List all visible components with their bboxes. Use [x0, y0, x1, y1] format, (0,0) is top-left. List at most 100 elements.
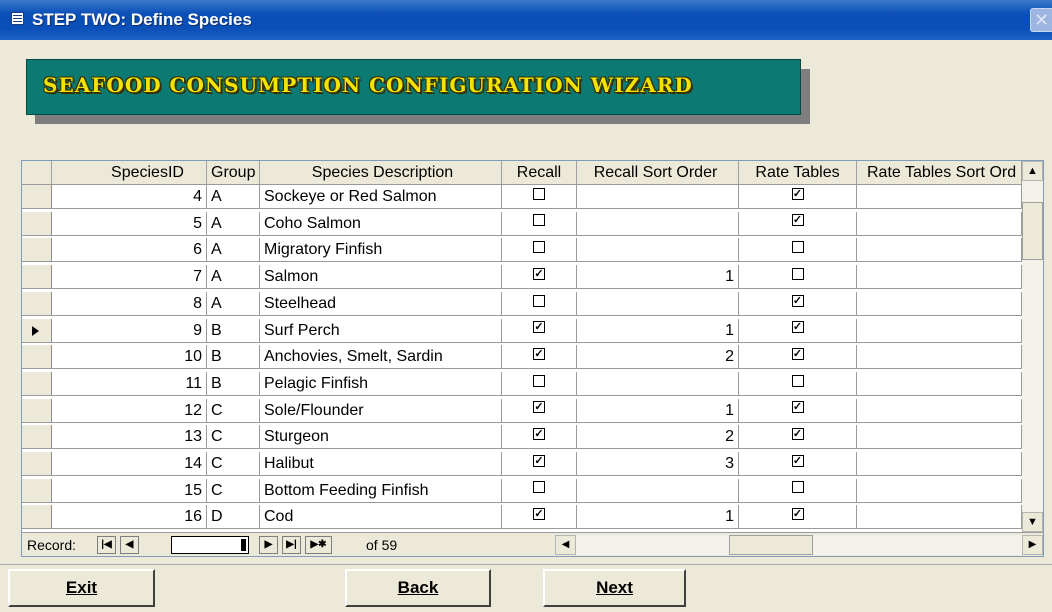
species-id-cell[interactable]: 13 — [52, 425, 207, 450]
species-description-cell[interactable]: Anchovies, Smelt, Sardin — [260, 345, 502, 370]
group-id-cell[interactable]: A — [207, 238, 260, 263]
species-id-cell[interactable]: 5 — [52, 211, 207, 236]
rate-tables-checkbox[interactable]: ✓ — [791, 294, 804, 307]
species-description-cell[interactable]: Steelhead — [260, 291, 502, 316]
recall-sort-order-cell[interactable]: 1 — [577, 318, 739, 343]
col-header-recall[interactable]: Recall — [502, 161, 577, 185]
back-button[interactable]: Back — [345, 569, 491, 607]
record-selector[interactable] — [22, 238, 52, 263]
select-all-corner[interactable] — [22, 161, 52, 185]
recall-checkbox[interactable]: ✓ — [533, 267, 545, 280]
table-row[interactable]: 11 B Pelagic Finfish — [22, 371, 1022, 396]
recall-checkbox[interactable]: ✓ — [533, 321, 545, 334]
recall-checkbox[interactable]: ✓ — [533, 428, 545, 441]
rate-tables-sort-order-cell[interactable] — [857, 505, 1022, 530]
horizontal-scrollbar[interactable]: ◀ ▶ — [555, 535, 1043, 555]
rate-tables-sort-order-cell[interactable] — [857, 211, 1022, 236]
table-row[interactable]: 14 C Halibut ✓ 3 ✓ — [22, 452, 1022, 476]
species-id-cell[interactable]: 4 — [52, 185, 207, 209]
rate-tables-sort-order-cell[interactable] — [857, 185, 1022, 209]
table-row[interactable]: 4 A Sockeye or Red Salmon ✓ — [22, 185, 1022, 209]
record-selector[interactable] — [22, 318, 52, 343]
recall-checkbox[interactable] — [533, 481, 545, 494]
species-id-cell[interactable]: 10 — [52, 345, 207, 370]
group-id-cell[interactable]: C — [207, 398, 260, 423]
recall-sort-order-cell[interactable]: 3 — [577, 452, 739, 476]
species-id-cell[interactable]: 7 — [52, 265, 207, 290]
table-row[interactable]: 15 C Bottom Feeding Finfish — [22, 478, 1022, 503]
group-id-cell[interactable]: C — [207, 478, 260, 503]
record-selector[interactable] — [22, 452, 52, 476]
rate-tables-sort-order-cell[interactable] — [857, 345, 1022, 370]
last-record-button[interactable]: ▶| — [282, 536, 301, 554]
rate-tables-sort-order-cell[interactable] — [857, 265, 1022, 290]
species-id-cell[interactable]: 16 — [52, 505, 207, 530]
record-selector[interactable] — [22, 345, 52, 370]
record-selector[interactable] — [22, 371, 52, 396]
species-id-cell[interactable]: 11 — [52, 371, 207, 396]
record-selector[interactable] — [22, 478, 52, 503]
rate-tables-sort-order-cell[interactable] — [857, 318, 1022, 343]
recall-sort-order-cell[interactable] — [577, 185, 739, 209]
table-row[interactable]: 16 D Cod ✓ 1 ✓ — [22, 505, 1022, 530]
rate-tables-checkbox[interactable]: ✓ — [791, 428, 804, 441]
vertical-scroll-thumb[interactable] — [1022, 202, 1043, 260]
rate-tables-sort-order-cell[interactable] — [857, 398, 1022, 423]
species-id-cell[interactable]: 8 — [52, 291, 207, 316]
rate-tables-checkbox[interactable]: ✓ — [791, 401, 804, 414]
table-row[interactable]: 12 C Sole/Flounder ✓ 1 ✓ — [22, 398, 1022, 423]
rate-tables-checkbox[interactable]: ✓ — [791, 508, 804, 521]
species-description-cell[interactable]: Cod — [260, 505, 502, 530]
species-id-cell[interactable]: 9 — [52, 318, 207, 343]
rate-tables-checkbox[interactable] — [791, 374, 804, 387]
close-button[interactable]: ✕ — [1030, 8, 1052, 32]
rate-tables-checkbox[interactable]: ✓ — [791, 454, 804, 467]
rate-tables-checkbox[interactable]: ✓ — [791, 347, 804, 360]
recall-checkbox[interactable]: ✓ — [533, 347, 545, 360]
rate-tables-sort-order-cell[interactable] — [857, 371, 1022, 396]
group-id-cell[interactable]: A — [207, 185, 260, 209]
group-id-cell[interactable]: D — [207, 505, 260, 530]
species-description-cell[interactable]: Sole/Flounder — [260, 398, 502, 423]
vertical-scrollbar[interactable]: ▲ ▼ — [1022, 161, 1043, 532]
group-id-cell[interactable]: B — [207, 318, 260, 343]
recall-sort-order-cell[interactable]: 1 — [577, 398, 739, 423]
record-selector[interactable] — [22, 185, 52, 209]
recall-checkbox[interactable]: ✓ — [533, 508, 545, 521]
table-row[interactable]: 7 A Salmon ✓ 1 — [22, 265, 1022, 290]
group-id-cell[interactable]: A — [207, 291, 260, 316]
recall-checkbox[interactable]: ✓ — [533, 454, 545, 467]
record-number-input[interactable] — [171, 536, 249, 554]
species-description-cell[interactable]: Bottom Feeding Finfish — [260, 478, 502, 503]
table-row[interactable]: 10 B Anchovies, Smelt, Sardin ✓ 2 ✓ — [22, 345, 1022, 370]
species-id-cell[interactable]: 12 — [52, 398, 207, 423]
scroll-down-button[interactable]: ▼ — [1022, 512, 1043, 532]
rate-tables-checkbox[interactable] — [791, 267, 804, 280]
rate-tables-checkbox[interactable]: ✓ — [791, 321, 804, 334]
scroll-right-button[interactable]: ▶ — [1022, 535, 1043, 555]
next-record-button[interactable]: ▶ — [259, 536, 278, 554]
rate-tables-sort-order-cell[interactable] — [857, 452, 1022, 476]
recall-sort-order-cell[interactable] — [577, 478, 739, 503]
col-header-rate-tables-sort-order[interactable]: Rate Tables Sort Ord — [857, 161, 1022, 185]
record-selector[interactable] — [22, 291, 52, 316]
species-description-cell[interactable]: Surf Perch — [260, 318, 502, 343]
species-description-cell[interactable]: Pelagic Finfish — [260, 371, 502, 396]
new-record-button[interactable]: ▶✱ — [305, 536, 332, 554]
recall-sort-order-cell[interactable]: 2 — [577, 425, 739, 450]
recall-sort-order-cell[interactable] — [577, 371, 739, 396]
record-selector[interactable] — [22, 425, 52, 450]
record-selector[interactable] — [22, 265, 52, 290]
rate-tables-sort-order-cell[interactable] — [857, 425, 1022, 450]
group-id-cell[interactable]: C — [207, 452, 260, 476]
record-selector[interactable] — [22, 398, 52, 423]
group-id-cell[interactable]: B — [207, 371, 260, 396]
rate-tables-sort-order-cell[interactable] — [857, 478, 1022, 503]
species-id-cell[interactable]: 6 — [52, 238, 207, 263]
rate-tables-checkbox[interactable] — [791, 241, 804, 254]
species-description-cell[interactable]: Migratory Finfish — [260, 238, 502, 263]
table-row[interactable]: 5 A Coho Salmon ✓ — [22, 211, 1022, 236]
recall-sort-order-cell[interactable]: 2 — [577, 345, 739, 370]
record-selector[interactable] — [22, 505, 52, 530]
group-id-cell[interactable]: B — [207, 345, 260, 370]
